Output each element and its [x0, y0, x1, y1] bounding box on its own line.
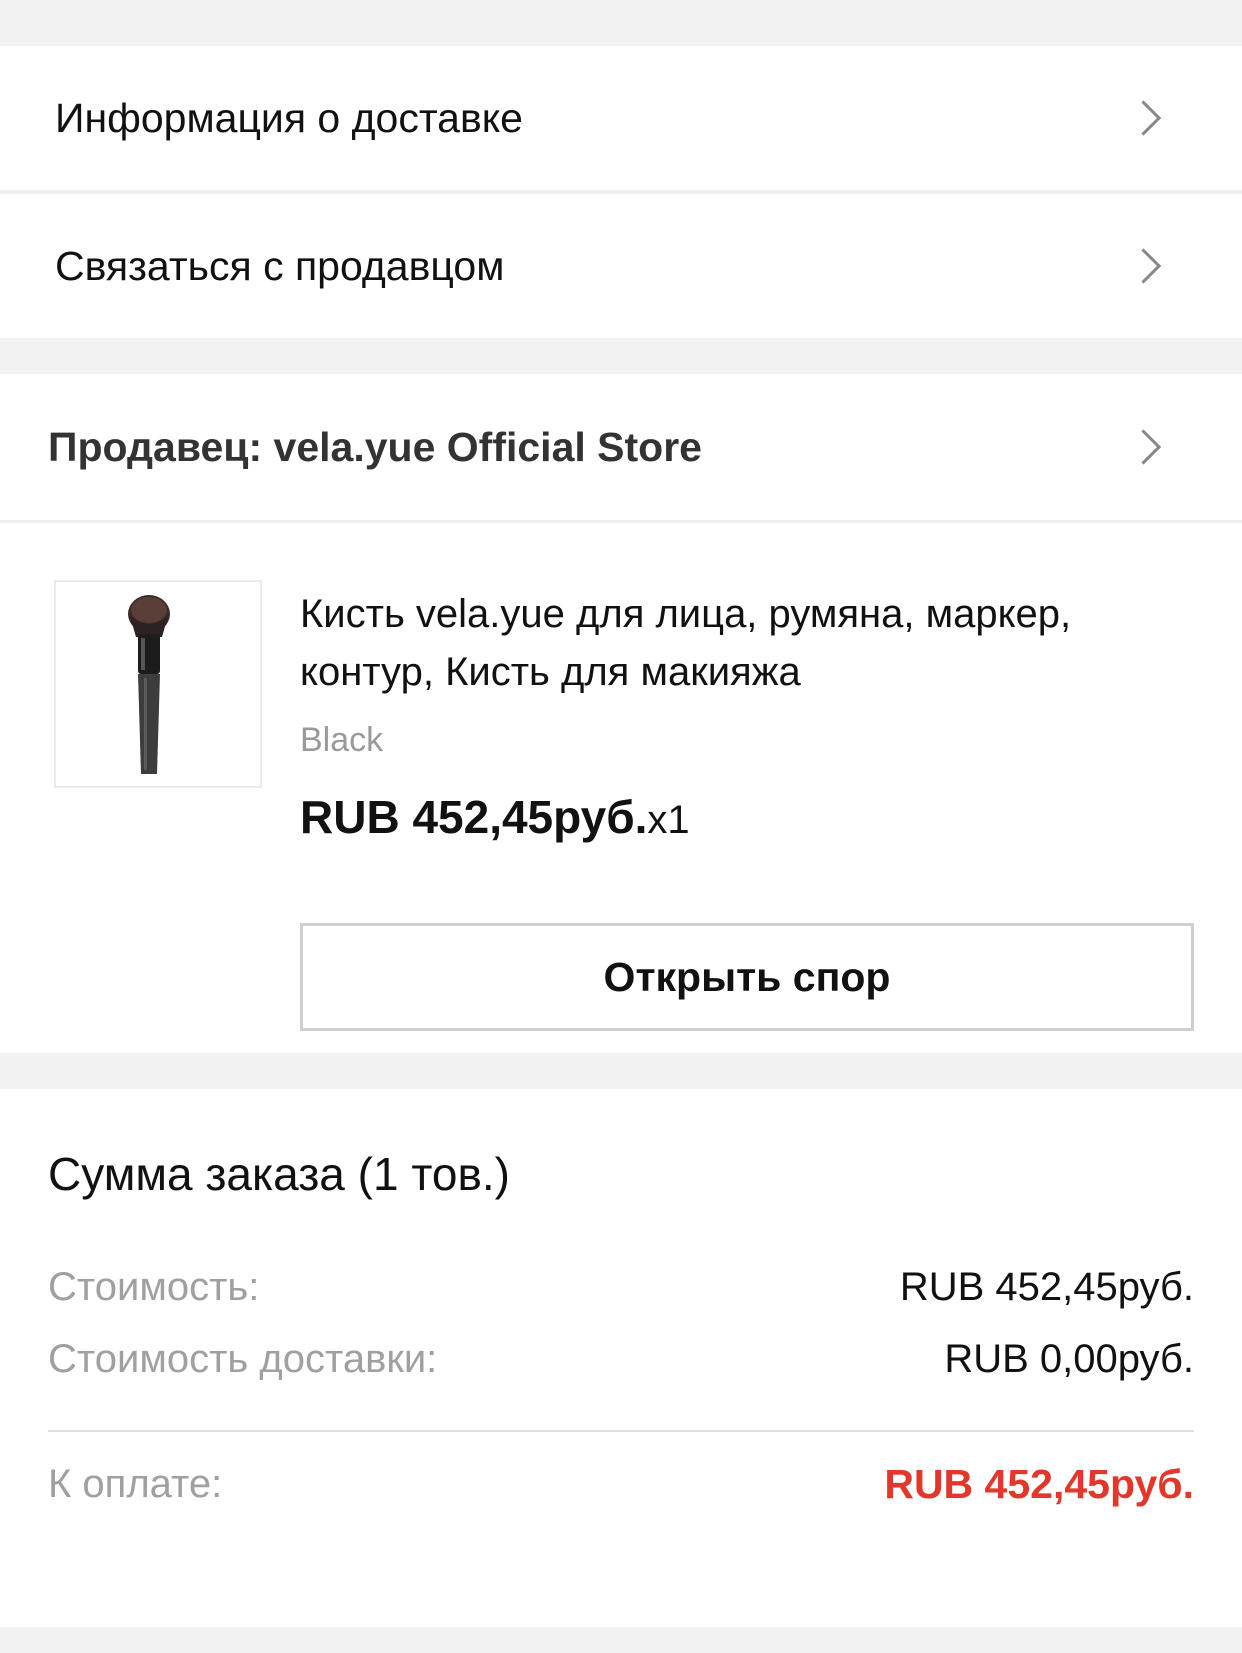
product-quantity: x1: [647, 798, 690, 842]
cost-value: RUB 452,45руб.: [899, 1265, 1194, 1309]
chevron-right-icon: [1125, 248, 1162, 284]
product-price: RUB 452,45руб.: [300, 791, 648, 843]
chevron-right-icon: [1125, 100, 1162, 136]
product-info: Кисть vela.yue для лица, румяна, маркер,…: [300, 585, 1162, 844]
total-label: К оплате:: [48, 1462, 223, 1506]
top-spacer: [0, 0, 1242, 46]
delivery-info-label: Информация о доставке: [55, 94, 523, 141]
contact-seller-label: Связаться с продавцом: [55, 242, 505, 289]
makeup-brush-image: [128, 595, 170, 774]
contact-seller-row[interactable]: Связаться с продавцом: [0, 194, 1242, 338]
product-thumbnail[interactable]: [54, 580, 262, 788]
cost-row: Стоимость: RUB 452,45руб.: [48, 1265, 1194, 1310]
chevron-right-icon: [1125, 429, 1162, 465]
section-gap: [0, 1053, 1242, 1089]
order-summary: Сумма заказа (1 тов.) Стоимость: RUB 452…: [0, 1089, 1242, 1627]
total-row: К оплате: RUB 452,45руб.: [48, 1461, 1194, 1508]
product-price-line: RUB 452,45руб.x1: [300, 790, 1162, 844]
summary-divider: [48, 1430, 1194, 1432]
seller-name: Продавец: vela.yue Official Store: [48, 423, 702, 470]
product-variant: Black: [300, 721, 384, 759]
shipping-row: Стоимость доставки: RUB 0,00руб.: [48, 1337, 1194, 1382]
delivery-info-row[interactable]: Информация о доставке: [0, 46, 1242, 190]
shipping-value: RUB 0,00руб.: [944, 1337, 1194, 1381]
total-value: RUB 452,45руб.: [884, 1461, 1194, 1507]
product-card: Кисть vela.yue для лица, румяна, маркер,…: [0, 523, 1242, 1053]
open-dispute-button[interactable]: Открыть спор: [300, 923, 1194, 1031]
order-summary-title: Сумма заказа (1 тов.): [48, 1148, 510, 1200]
product-title[interactable]: Кисть vela.yue для лица, румяна, маркер,…: [300, 585, 1162, 701]
seller-row[interactable]: Продавец: vela.yue Official Store: [0, 374, 1242, 520]
section-gap: [0, 338, 1242, 374]
shipping-label: Стоимость доставки:: [48, 1337, 438, 1381]
cost-label: Стоимость:: [48, 1265, 260, 1309]
